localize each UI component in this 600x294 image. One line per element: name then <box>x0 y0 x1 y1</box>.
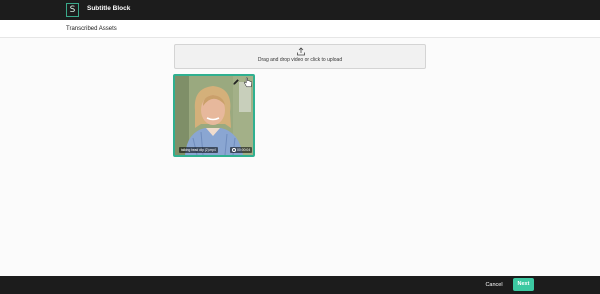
app-title: Subtitle Block <box>87 5 131 12</box>
app-logo[interactable]: S <box>66 3 79 17</box>
top-bar: S Subtitle Block <box>0 0 600 20</box>
duration-badge: 00:00:04 <box>230 147 253 153</box>
upload-icon <box>297 47 305 56</box>
next-button[interactable]: Next <box>513 278 534 291</box>
asset-label: talking head clip (2).mp4 <box>179 147 218 153</box>
upload-instructions: Drag and drop video or click to upload <box>257 57 343 63</box>
page-title: Transcribed Assets <box>66 26 117 32</box>
duration-text: 00:00:04 <box>237 148 251 152</box>
hand-cursor-icon <box>244 77 253 88</box>
upload-dropzone[interactable]: Drag and drop video or click to upload <box>174 44 426 69</box>
asset-card[interactable]: talking head clip (2).mp4 00:00:04 <box>173 74 255 157</box>
cancel-button[interactable]: Cancel <box>481 280 507 290</box>
sub-header: Transcribed Assets <box>0 20 600 38</box>
video-thumbnail <box>175 76 253 155</box>
footer-bar: Cancel Next <box>0 276 600 294</box>
edit-icon[interactable] <box>232 78 240 86</box>
clock-icon <box>232 147 236 152</box>
